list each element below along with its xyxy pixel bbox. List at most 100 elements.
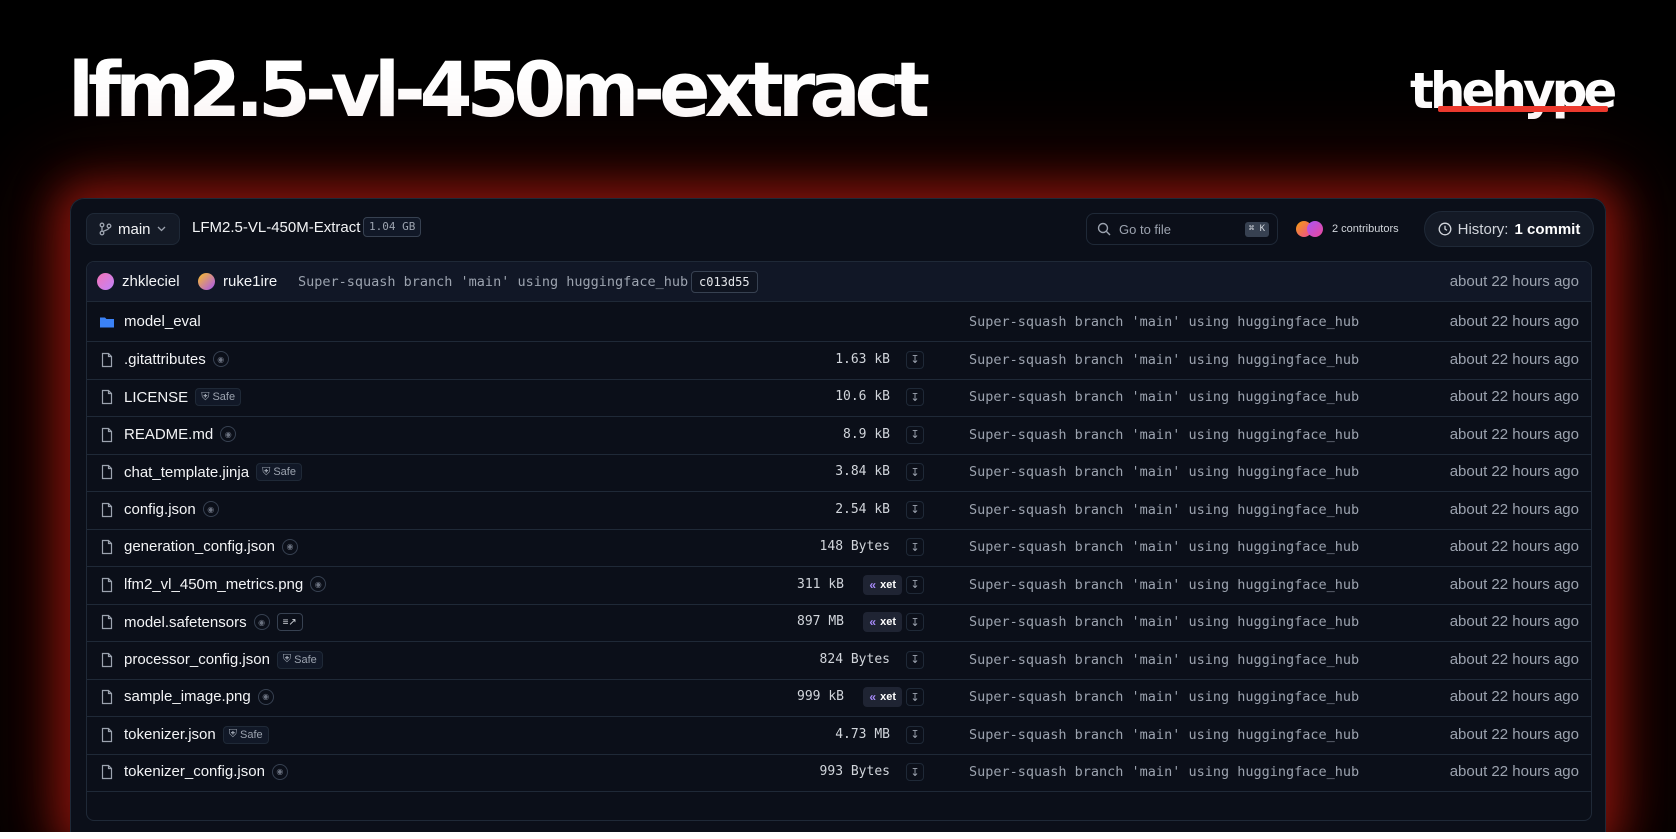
contributor-avatars [1296, 221, 1326, 237]
file-name[interactable]: chat_template.jinja [124, 464, 249, 481]
page-title: lfm2.5-vl-450m-extract [68, 45, 930, 134]
repo-panel: main LFM2.5-VL-450M-Extract 1.04 GB Go t… [70, 198, 1606, 839]
file-row[interactable]: LICENSE ⛨ Safe 10.6 kB ↧ Super-squash branch … [87, 377, 1591, 417]
safe-badge[interactable]: ⛨ Safe [276, 650, 323, 669]
safe-badge[interactable]: ⛨ Safe [195, 388, 242, 406]
file-commit-message[interactable]: Super-squash branch 'main' using hugging… [969, 352, 1359, 368]
file-row[interactable]: lfm2_vl_450m_metrics.png ◉ 311 kB «xet ↧ Supe… [87, 565, 1591, 605]
download-icon[interactable]: ↧ [906, 575, 924, 594]
file-icon [101, 764, 113, 780]
file-row[interactable]: processor_config.json ⛨ Safe 824 Bytes ↧ Supe… [87, 640, 1591, 680]
scan-icon[interactable]: ◉ [257, 688, 274, 705]
download-icon[interactable]: ↧ [906, 725, 924, 744]
file-name[interactable]: config.json [124, 501, 196, 518]
download-icon[interactable]: ↧ [906, 350, 924, 369]
file-row[interactable]: tokenizer_config.json ◉ 993 Bytes ↧ Super-sq… [87, 752, 1591, 792]
contributors-link[interactable]: 2 contributors [1296, 213, 1399, 245]
xet-badge[interactable]: «xet [863, 687, 902, 707]
file-commit-message[interactable]: Super-squash branch 'main' using hugging… [969, 464, 1359, 480]
scan-icon[interactable]: ◉ [220, 426, 237, 442]
file-commit-message[interactable]: Super-squash branch 'main' using hugging… [969, 727, 1359, 743]
file-name-cell: processor_config.json ⛨ Safe [124, 650, 323, 669]
file-icon [101, 389, 113, 405]
file-commit-message[interactable]: Super-squash branch 'main' using hugging… [969, 689, 1359, 705]
file-commit-message[interactable]: Super-squash branch 'main' using hugging… [969, 427, 1359, 443]
repo-name[interactable]: LFM2.5-VL-450M-Extract [192, 219, 360, 236]
file-name[interactable]: LICENSE [124, 389, 188, 406]
scan-icon[interactable]: ◉ [202, 501, 219, 517]
file-row[interactable]: config.json ◉ 2.54 kB ↧ Super-squash branch … [87, 490, 1591, 530]
file-commit-message[interactable]: Super-squash branch 'main' using hugging… [969, 539, 1359, 555]
file-size: 8.9 kB [843, 426, 890, 442]
file-name[interactable]: lfm2_vl_450m_metrics.png [124, 576, 303, 593]
file-time: about 22 hours ago [1449, 613, 1579, 630]
file-name[interactable]: model.safetensors [124, 614, 247, 631]
file-commit-message[interactable]: Super-squash branch 'main' using hugging… [969, 314, 1359, 330]
file-size: 897 MB [797, 614, 844, 629]
stack-link-icon[interactable]: ≡↗ [276, 613, 303, 631]
file-name[interactable]: sample_image.png [124, 688, 251, 705]
file-icon [101, 652, 113, 667]
shield-icon: ⛨ [201, 390, 210, 403]
download-icon[interactable]: ↧ [906, 500, 924, 519]
file-commit-message[interactable]: Super-squash branch 'main' using hugging… [969, 652, 1359, 668]
clock-icon [1438, 222, 1452, 236]
file-row[interactable]: generation_config.json ◉ 148 Bytes ↧ Super-s… [87, 527, 1591, 567]
file-row[interactable]: model_eval Super-squash branch 'main' usi… [87, 302, 1591, 342]
download-icon[interactable]: ↧ [906, 425, 924, 444]
commit-author-2[interactable]: ruke1ire [198, 273, 277, 290]
safe-badge[interactable]: ⛨ Safe [256, 463, 302, 481]
search-icon [1097, 222, 1111, 236]
file-commit-message[interactable]: Super-squash branch 'main' using hugging… [969, 614, 1359, 630]
file-icon [101, 689, 113, 705]
scan-icon[interactable]: ◉ [212, 351, 229, 367]
file-size: 999 kB [797, 689, 844, 704]
file-commit-message[interactable]: Super-squash branch 'main' using hugging… [969, 764, 1359, 780]
file-row[interactable]: tokenizer.json ⛨ Safe 4.73 MB ↧ Super-squash … [87, 715, 1591, 755]
commit-hash[interactable]: c013d55 [691, 270, 758, 293]
scan-icon[interactable]: ◉ [271, 763, 288, 780]
file-icon [101, 577, 113, 592]
branch-name: main [118, 220, 151, 238]
download-icon[interactable]: ↧ [906, 763, 924, 781]
scan-icon[interactable]: ◉ [253, 614, 270, 630]
file-time: about 22 hours ago [1449, 650, 1579, 668]
file-name[interactable]: generation_config.json [124, 538, 275, 555]
file-name[interactable]: README.md [124, 426, 213, 443]
scan-icon[interactable]: ◉ [281, 538, 298, 555]
xet-icon: « [869, 577, 877, 592]
download-icon[interactable]: ↧ [906, 388, 924, 406]
file-time: about 22 hours ago [1449, 500, 1579, 518]
commit-message[interactable]: Super-squash branch 'main' using hugging… [298, 274, 688, 290]
download-icon[interactable]: ↧ [906, 650, 924, 669]
file-row[interactable]: README.md ◉ 8.9 kB ↧ Super-squash branch 'ma… [87, 415, 1591, 455]
download-icon[interactable]: ↧ [906, 463, 924, 481]
file-name[interactable]: .gitattributes [124, 351, 206, 368]
safe-badge[interactable]: ⛨ Safe [222, 725, 269, 744]
file-commit-message[interactable]: Super-squash branch 'main' using hugging… [969, 577, 1359, 593]
scan-icon[interactable]: ◉ [310, 576, 327, 592]
commit-author-1[interactable]: zhkleciel [97, 273, 180, 290]
file-name[interactable]: model_eval [124, 313, 201, 330]
branch-selector[interactable]: main [86, 213, 180, 245]
author-name: ruke1ire [223, 273, 278, 290]
history-button[interactable]: History: 1 commit [1424, 211, 1594, 247]
file-name[interactable]: processor_config.json [124, 651, 270, 668]
download-icon[interactable]: ↧ [906, 613, 924, 631]
file-row[interactable]: .gitattributes ◉ 1.63 kB ↧ Super-squash bran… [87, 340, 1591, 380]
file-name[interactable]: tokenizer_config.json [124, 763, 265, 780]
file-row[interactable]: model.safetensors ◉ ≡↗ 897 MB «xet ↧ Super-squ… [87, 602, 1591, 642]
download-icon[interactable]: ↧ [906, 688, 924, 706]
shield-icon: ⛨ [282, 653, 292, 665]
file-row[interactable]: sample_image.png ◉ 999 kB «xet ↧ Super-squash… [87, 677, 1591, 717]
xet-label: xet [880, 578, 896, 591]
file-commit-message[interactable]: Super-squash branch 'main' using hugging… [969, 389, 1359, 405]
file-commit-message[interactable]: Super-squash branch 'main' using hugging… [969, 502, 1359, 518]
go-to-file-search[interactable]: Go to file ⌘ K [1086, 213, 1278, 245]
download-icon[interactable]: ↧ [906, 538, 924, 556]
xet-badge[interactable]: «xet [863, 612, 902, 632]
brand-logo: thehype [1410, 66, 1617, 126]
file-row[interactable]: chat_template.jinja ⛨ Safe 3.84 kB ↧ Super-sq… [87, 452, 1591, 492]
xet-badge[interactable]: «xet [863, 574, 902, 595]
file-name[interactable]: tokenizer.json [124, 726, 216, 743]
